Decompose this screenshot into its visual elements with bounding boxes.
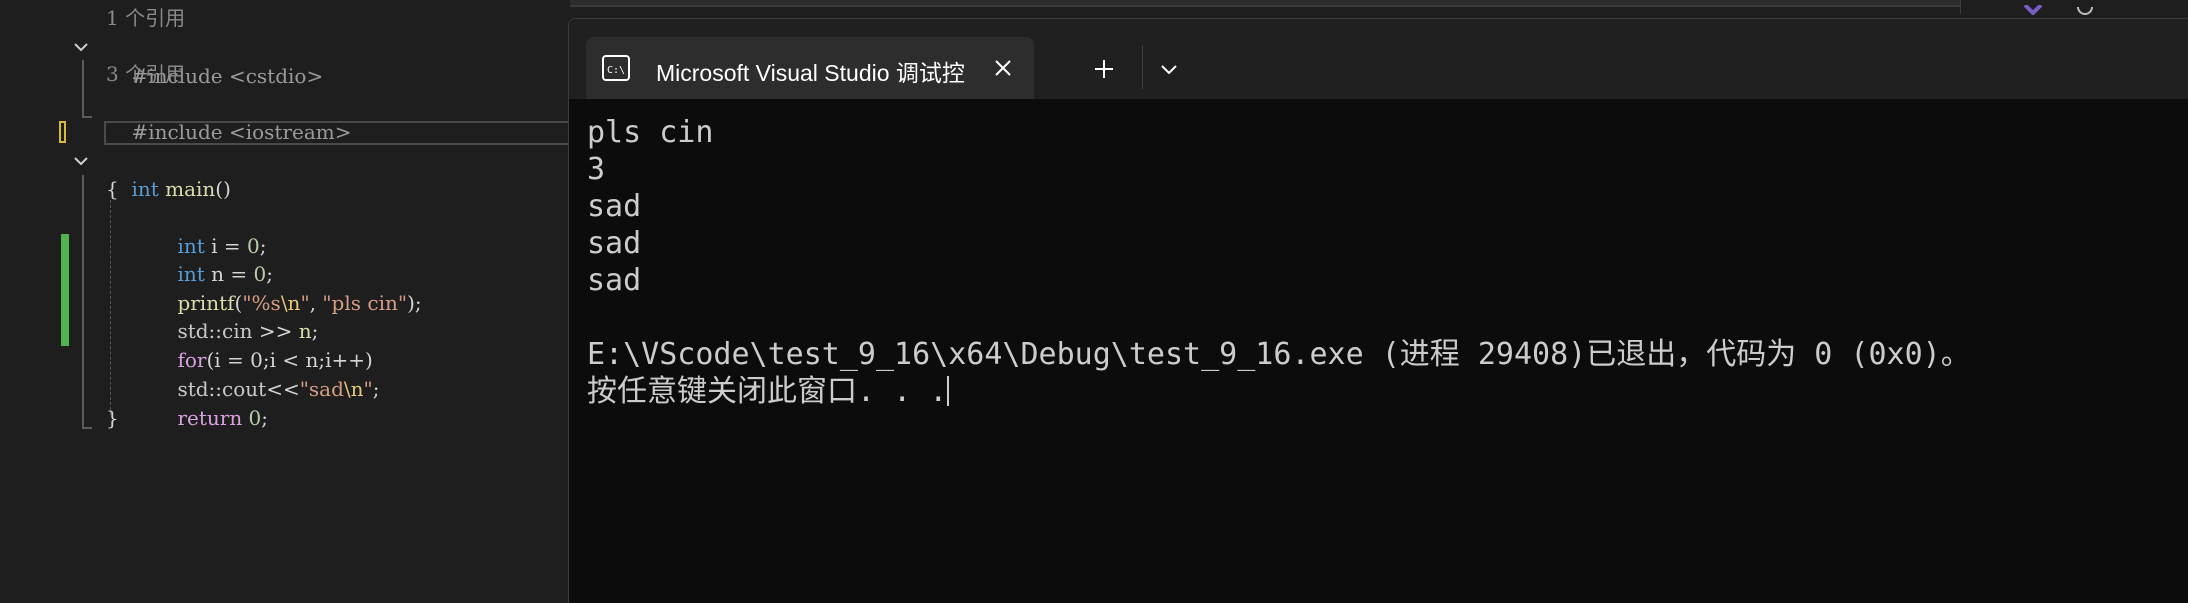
debug-console-window[interactable]: C:\ Microsoft Visual Studio 调试控 pls cin …	[568, 18, 2188, 603]
output-line: sad	[587, 263, 642, 298]
top-right-separator	[1960, 0, 1961, 14]
text-cursor	[947, 376, 950, 406]
fold-chevron-icon[interactable]	[72, 152, 90, 170]
console-icon: C:\	[602, 55, 630, 81]
titlebar-divider	[1142, 45, 1143, 89]
code-line-open-brace[interactable]: {	[106, 175, 119, 203]
codelens-text[interactable]: 3 个引用	[106, 62, 185, 86]
code-line-int-n[interactable]: int n = 0;	[152, 232, 273, 286]
string-literal: "sad	[299, 377, 344, 401]
string-literal: "	[363, 377, 373, 401]
code-line-close-brace[interactable]: }	[106, 404, 119, 432]
current-line-highlight	[104, 121, 578, 145]
paren: );	[407, 291, 422, 315]
change-indicator-bar	[61, 234, 69, 346]
code-line-include-cstdio[interactable]: #include <cstdio>	[106, 34, 323, 88]
codelens-text[interactable]: 1 个引用	[106, 6, 185, 30]
output-line: 3	[587, 152, 606, 187]
operator: <<	[266, 377, 300, 401]
visual-studio-logo-icon	[2023, 0, 2043, 16]
output-line: sad	[587, 189, 642, 224]
indent-guide	[110, 200, 111, 415]
semicolon: ;	[261, 406, 269, 430]
keyword-return: return	[177, 406, 243, 430]
code-line-cout[interactable]: std::cout<<"sad\n";	[152, 347, 379, 401]
terminal-titlebar[interactable]: C:\ Microsoft Visual Studio 调试控	[569, 19, 2188, 99]
semicolon: ;	[372, 377, 380, 401]
number-literal: 0	[242, 406, 262, 430]
brace: {	[106, 177, 119, 201]
code-line-include-iostream[interactable]: #include <iostream>	[106, 90, 351, 144]
code-line-return[interactable]: return 0;	[152, 376, 268, 430]
fold-guide	[82, 175, 92, 429]
clock-icon[interactable]	[2076, 0, 2094, 15]
function-name: main	[165, 177, 216, 201]
code-line-main[interactable]: int main()	[106, 147, 230, 201]
string-literal: "pls cin"	[322, 291, 408, 315]
keyword-int: int	[131, 177, 159, 201]
output-line-exit-status: E:\VScode\test_9_16\x64\Debug\test_9_16.…	[587, 337, 1971, 372]
terminal-output[interactable]: pls cin 3 sad sad sad E:\VScode\test_9_1…	[587, 114, 2188, 603]
editor-scroll-strip	[570, 0, 1960, 7]
code-line-int-i[interactable]: int i = 0;	[152, 204, 266, 258]
tab-title: Microsoft Visual Studio 调试控	[656, 60, 965, 86]
fold-guide	[82, 60, 92, 118]
tab-debug-console[interactable]: C:\ Microsoft Visual Studio 调试控	[586, 37, 1034, 99]
codelens-references-2[interactable]: 3 个引用	[106, 60, 185, 88]
close-icon[interactable]	[991, 56, 1015, 80]
output-line: sad	[587, 226, 642, 261]
parens: ()	[215, 177, 231, 201]
new-tab-plus-icon[interactable]	[1092, 57, 1116, 81]
breakpoint-bookmark-marker[interactable]	[59, 121, 66, 143]
prompt-text: 按任意键关闭此窗口. . .	[587, 374, 948, 409]
brace: }	[106, 406, 119, 430]
code-line-printf[interactable]: printf("%s\n", "pls cin");	[152, 261, 421, 315]
codelens-references-1[interactable]: 1 个引用	[106, 4, 185, 32]
svg-text:C:\: C:\	[607, 65, 625, 76]
include-header: <cstdio>	[228, 64, 324, 88]
code-line-cin[interactable]: std::cin >> n;	[152, 289, 318, 343]
code-line-for[interactable]: for(i = 0;i < n;i++)	[152, 318, 372, 372]
fold-chevron-icon[interactable]	[72, 38, 90, 56]
chevron-down-icon[interactable]	[1157, 59, 1181, 79]
output-line-prompt: 按任意键关闭此窗口. . .	[587, 373, 2188, 410]
output-line: pls cin	[587, 115, 714, 150]
escape-sequence: \n	[343, 377, 364, 401]
